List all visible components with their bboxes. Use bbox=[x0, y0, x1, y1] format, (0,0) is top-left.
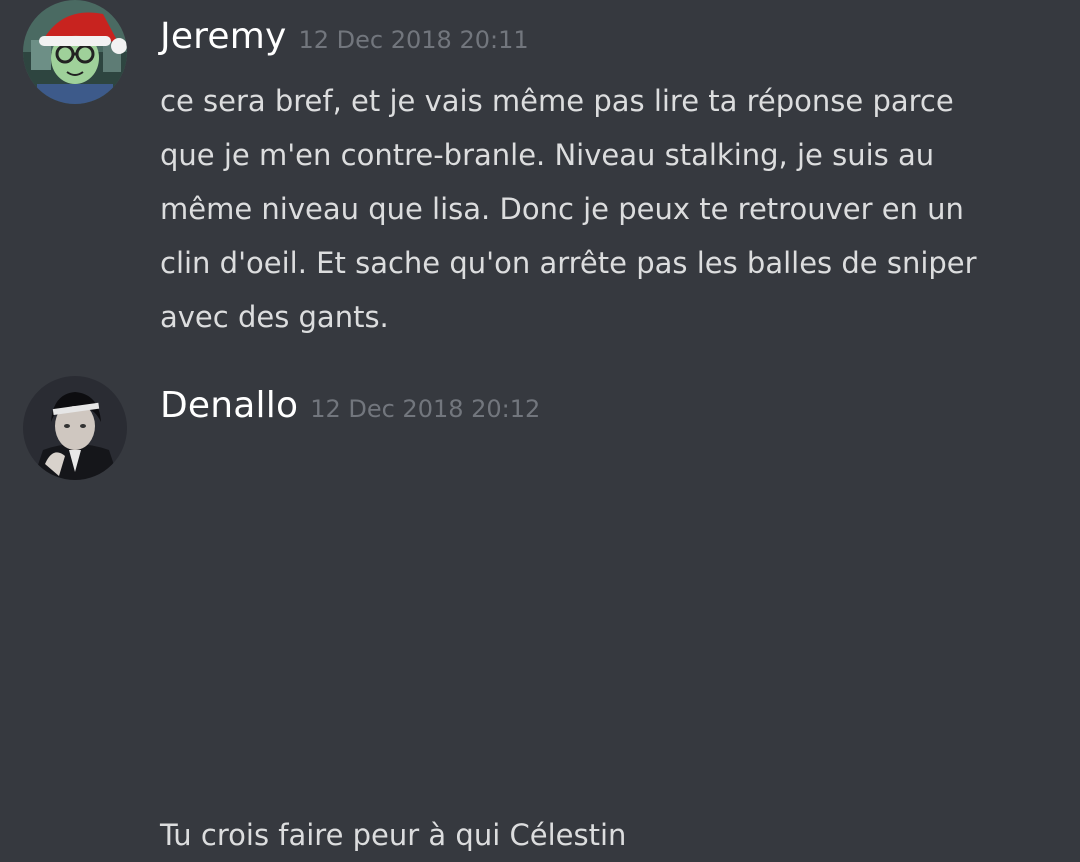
timestamp: 12 Dec 2018 20:11 bbox=[298, 26, 529, 54]
message-header: Denallo 12 Dec 2018 20:12 bbox=[160, 382, 540, 433]
santa-hat-avatar-icon bbox=[23, 0, 127, 104]
message-text: ce sera bref, et je vais même pas lire t… bbox=[160, 84, 977, 334]
timestamp: 12 Dec 2018 20:12 bbox=[310, 395, 541, 423]
username[interactable]: Jeremy bbox=[160, 16, 287, 57]
user-avatar[interactable] bbox=[23, 376, 127, 480]
anime-character-avatar-icon bbox=[23, 376, 127, 480]
chat-messages: Jeremy 12 Dec 2018 20:11 ce sera bref, et… bbox=[0, 0, 1080, 852]
username[interactable]: Denallo bbox=[160, 385, 298, 426]
message-text: Tu crois faire peur à qui Célestin bbox=[160, 818, 627, 852]
user-avatar[interactable] bbox=[23, 0, 127, 104]
message-header: Jeremy 12 Dec 2018 20:11 bbox=[160, 13, 529, 64]
